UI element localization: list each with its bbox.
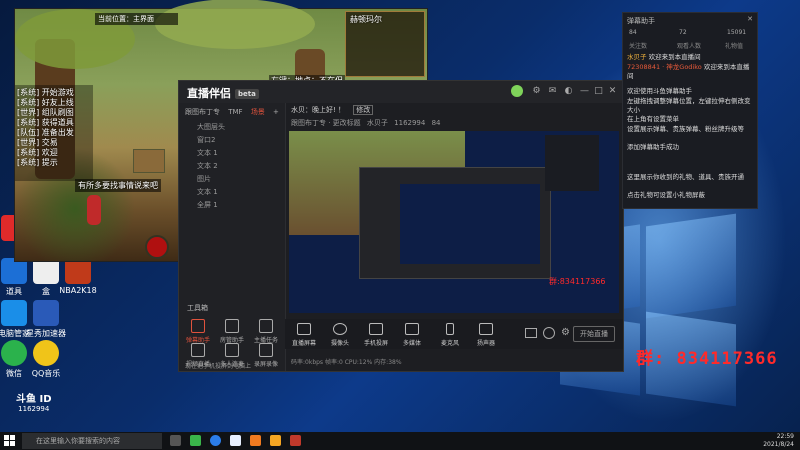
stat-viewers: 72 bbox=[679, 29, 687, 36]
toolbox-title: 工具箱 bbox=[187, 304, 208, 312]
danmaku-message: 这里展示你收到的礼物、道具、贵族开通 bbox=[627, 173, 744, 181]
qqmusic-icon[interactable]: QQ音乐 bbox=[24, 340, 68, 379]
camera-button[interactable]: 摄像头 bbox=[323, 323, 357, 347]
stat-follows: 84 bbox=[629, 29, 637, 36]
stream-header: 水贝：晚上好! ！ 修改 跟图布丁专 · 更改标题 水贝子 1162994 84 bbox=[291, 105, 441, 128]
tab-scene-group[interactable]: 跟图布丁专 bbox=[185, 108, 220, 116]
settings-icon[interactable]: ⚙ bbox=[531, 86, 542, 97]
danmaku-message: 点击礼物可设置小礼物屏蔽 bbox=[627, 191, 705, 199]
app-icon[interactable] bbox=[250, 435, 261, 446]
group-number-small: 群:834117366 bbox=[549, 277, 606, 286]
danmaku-title: 弹幕助手 bbox=[627, 17, 655, 25]
chat-line: [系统] 提示 bbox=[17, 158, 58, 167]
source-item[interactable]: 全屏 1 bbox=[179, 199, 285, 212]
task-view-icon[interactable] bbox=[170, 435, 181, 446]
danmaku-message: 左键拖拽调整弹幕位置，左键拉伸右侧改变大小 bbox=[627, 97, 751, 114]
tool-danmaku[interactable]: 弹幕助手 bbox=[183, 319, 213, 344]
preview-nested-app bbox=[359, 167, 551, 279]
source-item[interactable]: 文本 1 bbox=[179, 147, 285, 160]
danmaku-panel[interactable]: 弹幕助手 ✕ 84 72 15091 关注数 观看人数 礼物值 水贝子 欢迎来到… bbox=[622, 12, 758, 209]
media-button[interactable]: 多媒体 bbox=[395, 323, 429, 347]
avatar[interactable] bbox=[511, 85, 523, 97]
stat-label: 礼物值 bbox=[725, 43, 744, 50]
desktop-icon[interactable]: NBA2K18 bbox=[56, 258, 100, 295]
left-tabs: 跟图布丁专 TMF 场景 + bbox=[185, 107, 285, 117]
close-icon[interactable]: ✕ bbox=[607, 86, 618, 97]
app-icon[interactable] bbox=[230, 435, 241, 446]
danmaku-message: 水贝子 欢迎来到本直播间 bbox=[627, 53, 701, 61]
preview-danmaku bbox=[545, 135, 599, 191]
edit-title-button[interactable]: 修改 bbox=[353, 105, 374, 115]
app-icon[interactable] bbox=[210, 435, 221, 446]
location-label: 当前位置：主界面 bbox=[95, 13, 178, 25]
speaker-button[interactable]: 扬声器 bbox=[469, 323, 503, 347]
minimap[interactable]: 赫顿玛尔 bbox=[345, 11, 425, 77]
app-icon[interactable] bbox=[190, 435, 201, 446]
tool-room-admin[interactable]: 房管助手 bbox=[217, 319, 247, 344]
hp-orb bbox=[145, 235, 169, 259]
tool-anchor-task[interactable]: 主播任务 bbox=[251, 319, 281, 344]
fans-count: 84 bbox=[431, 119, 441, 127]
source-list: 大图层头 窗口2 文本 1 文本 2 图片 文本 1 全屏 1 bbox=[179, 121, 285, 212]
source-item[interactable]: 图片 bbox=[179, 173, 285, 186]
app-logo: 直播伴侣 beta bbox=[187, 85, 259, 101]
maximize-icon[interactable]: □ bbox=[593, 86, 604, 97]
message-icon[interactable]: ✉ bbox=[547, 86, 558, 97]
app-icon[interactable] bbox=[290, 435, 301, 446]
start-live-button[interactable]: 开始直播 bbox=[573, 326, 615, 342]
record-icon[interactable] bbox=[525, 328, 537, 338]
danmaku-message: 在上角有设置菜单 bbox=[627, 115, 679, 123]
danmaku-message: 72308841 · 神龙Godiko 欢迎来到本直播间 bbox=[627, 63, 750, 80]
eye-icon[interactable] bbox=[543, 327, 555, 339]
phone-cast-button[interactable]: 手机投屏 bbox=[359, 323, 393, 347]
source-item[interactable]: 窗口2 bbox=[179, 134, 285, 147]
app-icon[interactable] bbox=[270, 435, 281, 446]
danmaku-message: 添加弹幕助手成功 bbox=[627, 143, 679, 151]
npc-dialog: 有所多要找事情说来吧 bbox=[75, 179, 161, 192]
danmaku-message: 设置展示弹幕、贵族弹幕、粉丝牌升级等 bbox=[627, 125, 744, 133]
microphone-button[interactable]: 麦克风 bbox=[433, 323, 467, 347]
tab-scene[interactable]: 场景 bbox=[251, 108, 265, 116]
streaming-app-window[interactable]: 直播伴侣 beta ⚙ ✉ ◐ — □ ✕ 跟图布丁专 TMF 场景 + 大图层头… bbox=[178, 80, 624, 372]
left-panel: 跟图布丁专 TMF 场景 + 大图层头 窗口2 文本 1 文本 2 图片 文本 … bbox=[179, 103, 286, 371]
source-item[interactable]: 大图层头 bbox=[179, 121, 285, 134]
treasure-chest[interactable] bbox=[133, 149, 165, 173]
foliage bbox=[155, 0, 315, 49]
douyu-watermark: 斗鱼 ID 1162994 bbox=[16, 394, 52, 413]
screen-capture-button[interactable]: 直播屏幕 bbox=[287, 323, 321, 347]
stat-gifts: 15091 bbox=[727, 29, 747, 36]
source-item[interactable]: 文本 1 bbox=[179, 186, 285, 199]
tab-tmf[interactable]: TMF bbox=[228, 108, 242, 116]
status-bar: 码率:0kbps 帧率:0 CPU:12% 内存:38% bbox=[291, 359, 402, 366]
settings-icon[interactable]: ⚙ bbox=[561, 327, 570, 338]
player-character bbox=[87, 195, 101, 225]
windows-start-icon[interactable] bbox=[4, 435, 15, 446]
stream-title: 水贝：晚上好! ！ bbox=[291, 106, 346, 114]
taskbar-search[interactable]: 在这里输入你要搜索的内容 bbox=[22, 433, 162, 449]
group-number: 群: 834117366 bbox=[636, 349, 778, 369]
minimize-icon[interactable]: — bbox=[579, 86, 590, 97]
chat-box[interactable]: [系统] 开始游戏 [系统] 好友上线 [世界] 组队刷图 [系统] 获得道具 … bbox=[15, 85, 93, 181]
stat-label: 关注数 bbox=[629, 43, 648, 50]
add-source-icon[interactable]: + bbox=[273, 108, 279, 116]
skin-icon[interactable]: ◐ bbox=[563, 86, 574, 97]
close-icon[interactable]: ✕ bbox=[747, 15, 753, 23]
bottom-toolbar: 直播屏幕 摄像头 手机投屏 多媒体 麦克风 扬声器 ⚙ 开始直播 bbox=[285, 319, 623, 349]
preview-nested-preview bbox=[400, 184, 540, 264]
stream-meta: 跟图布丁专 · 更改标题 水贝子 1162994 84 bbox=[291, 119, 441, 127]
danmaku-message: 欢迎使用斗鱼弹幕助手 bbox=[627, 87, 692, 95]
desktop-icon[interactable]: 星秀加速器 bbox=[24, 300, 68, 339]
minimap-title: 赫顿玛尔 bbox=[350, 15, 382, 24]
source-item[interactable]: 文本 2 bbox=[179, 160, 285, 173]
wallpaper-pane bbox=[646, 213, 736, 319]
taskbar: 在这里输入你要搜索的内容 22:59 2021/8/24 bbox=[0, 432, 800, 450]
app-titlebar: 直播伴侣 beta ⚙ ✉ ◐ — □ ✕ bbox=[179, 81, 623, 103]
clock[interactable]: 22:59 2021/8/24 bbox=[763, 433, 794, 449]
stat-label: 观看人数 bbox=[677, 43, 702, 50]
